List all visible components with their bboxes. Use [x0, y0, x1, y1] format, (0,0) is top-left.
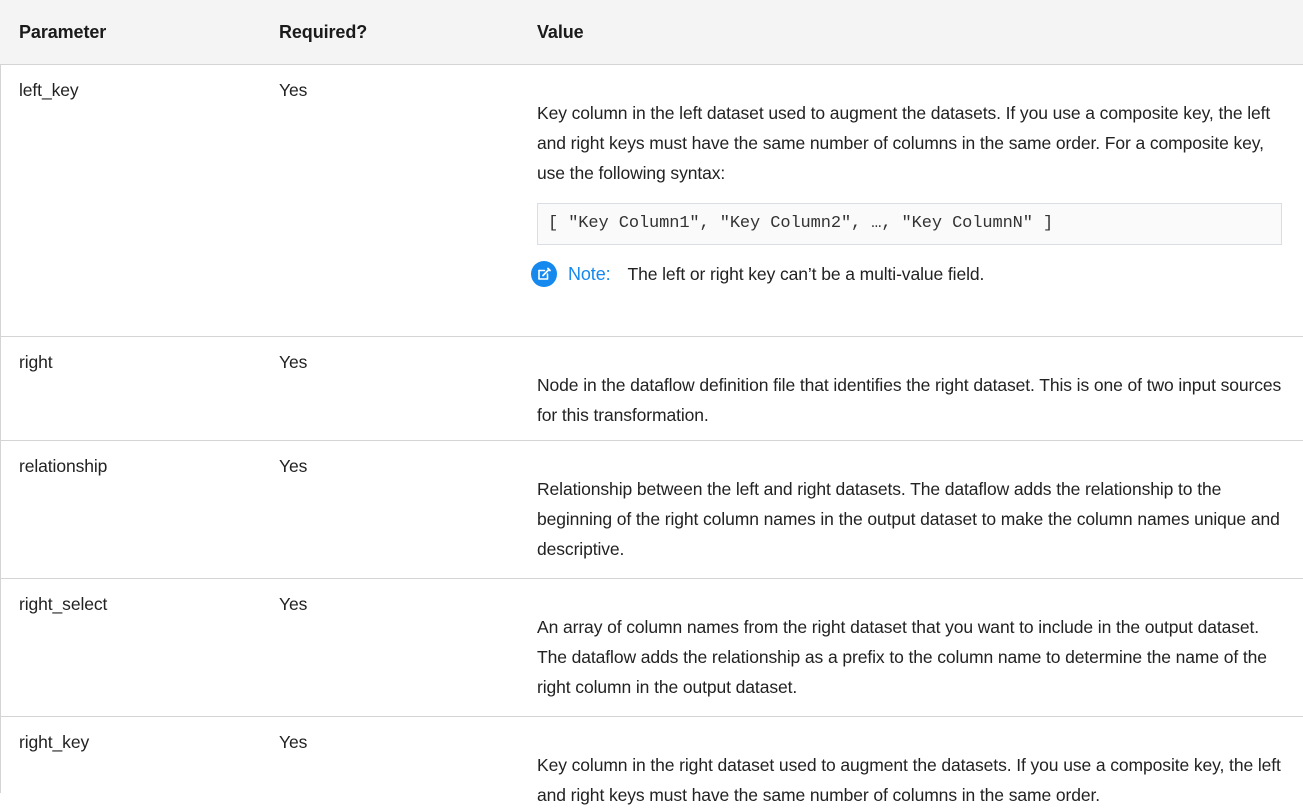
table-row: right_select Yes An array of column name… — [0, 578, 1303, 716]
table-row: left_key Yes Key column in the left data… — [0, 64, 1303, 336]
note-callout: Note: The left or right key can’t be a m… — [531, 259, 1283, 289]
parameter-name: right_select — [19, 594, 108, 614]
parameter-name: right — [19, 352, 53, 372]
parameter-table: Parameter Required? Value left_key Yes K… — [0, 0, 1303, 805]
value-description: An array of column names from the right … — [537, 617, 1267, 697]
value-description: Key column in the right dataset used to … — [537, 755, 1281, 805]
value-text: Key column in the left dataset used to a… — [537, 103, 1271, 183]
required-value: Yes — [279, 352, 308, 372]
parameter-name: left_key — [19, 80, 79, 100]
note-label: Note: — [568, 264, 611, 284]
value-description: Key column in the left dataset used to a… — [518, 65, 1303, 336]
value-description: Relationship between the left and right … — [537, 479, 1280, 559]
edit-note-icon — [531, 261, 557, 287]
header-parameter: Parameter — [19, 22, 107, 42]
required-value: Yes — [279, 80, 308, 100]
parameter-name: relationship — [19, 456, 108, 476]
header-required: Required? — [279, 22, 368, 42]
note-text: The left or right key can’t be a multi-v… — [627, 264, 985, 284]
code-sample: [ "Key Column1", "Key Column2", …, "Key … — [537, 203, 1282, 245]
table-left-border — [0, 64, 1, 793]
table-row: right Yes Node in the dataflow definitio… — [0, 336, 1303, 440]
table-row: right_key Yes Key column in the right da… — [0, 716, 1303, 805]
required-value: Yes — [279, 456, 308, 476]
table-row: relationship Yes Relationship between th… — [0, 440, 1303, 578]
required-value: Yes — [279, 594, 308, 614]
parameter-name: right_key — [19, 732, 90, 752]
table-header-row: Parameter Required? Value — [0, 0, 1303, 64]
value-description: Node in the dataflow definition file tha… — [537, 375, 1282, 425]
required-value: Yes — [279, 732, 308, 752]
header-value: Value — [537, 22, 584, 42]
